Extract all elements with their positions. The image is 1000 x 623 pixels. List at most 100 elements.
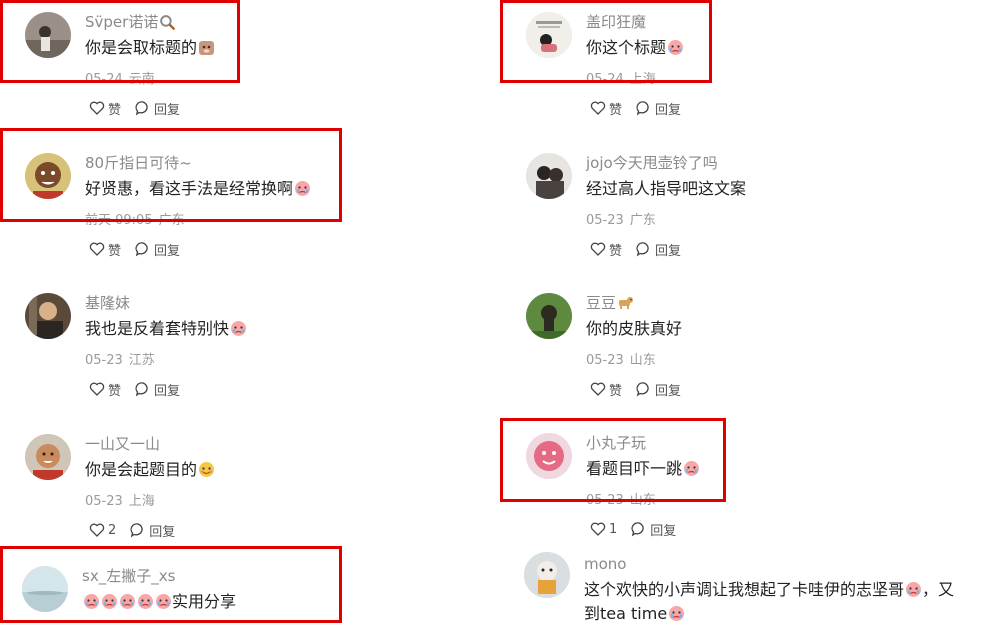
- crying-face-emoji-icon: [83, 593, 100, 610]
- comment-actions: 赞 回复: [590, 379, 695, 399]
- like-button[interactable]: 2: [89, 522, 116, 538]
- avatar[interactable]: [22, 566, 68, 612]
- bear-emoji-icon: [198, 39, 215, 56]
- crying-face-emoji-icon: [119, 593, 136, 610]
- crying-face-emoji-icon: [683, 460, 700, 477]
- comment-meta: 05-23 山东: [586, 493, 656, 508]
- comment-actions: 赞 回复: [89, 98, 194, 118]
- comment-text: 你这个标题: [586, 37, 684, 59]
- speech-bubble-icon: [135, 382, 148, 397]
- heart-outline-icon: [590, 242, 606, 256]
- comment-item: 盖印狂魔 你这个标题 05-24 上海 赞 回复: [526, 12, 966, 122]
- comment-text: 你的皮肤真好: [586, 319, 683, 338]
- comment-meta: 05-23 上海: [85, 494, 155, 509]
- reply-button[interactable]: 回复: [636, 240, 681, 259]
- comment-text: 我也是反着套特别快: [85, 318, 247, 340]
- speech-bubble-icon: [135, 242, 148, 257]
- comment-author[interactable]: jojo今天甩壶铃了吗: [586, 153, 718, 173]
- heart-outline-icon: [89, 242, 105, 256]
- comment-meta: 05-23 山东: [586, 353, 656, 368]
- crying-face-emoji-icon: [137, 593, 154, 610]
- reply-button[interactable]: 回复: [631, 520, 676, 539]
- comment-text: 好贤惠，看这手法是经常换啊: [85, 178, 311, 200]
- magnifier-icon: [159, 14, 176, 31]
- avatar[interactable]: [25, 293, 71, 339]
- comment-actions: 2 回复: [89, 520, 189, 540]
- comment-actions: 赞 回复: [89, 239, 194, 259]
- comment-author[interactable]: 小丸子玩: [586, 433, 646, 453]
- comment-author[interactable]: mono: [584, 554, 626, 574]
- comment-meta: 05-24 云南: [85, 72, 155, 87]
- reply-button[interactable]: 回复: [636, 380, 681, 399]
- speech-bubble-icon: [636, 382, 649, 397]
- comment-meta: 前天 09:05 广东: [85, 213, 185, 228]
- like-button[interactable]: 赞: [590, 99, 622, 118]
- reply-button[interactable]: 回复: [135, 99, 180, 118]
- comment-item: sx_左撇子_xs 实用分享: [22, 566, 422, 623]
- like-button[interactable]: 赞: [590, 380, 622, 399]
- like-button[interactable]: 赞: [89, 380, 121, 399]
- comment-item: 基隆妹 我也是反着套特别快 05-23 江苏 赞 回复: [25, 293, 425, 403]
- comment-author[interactable]: 豆豆: [586, 293, 634, 313]
- comment-item: 小丸子玩 看题目吓一跳 05-23 山东 1 回复: [526, 433, 966, 543]
- smiling-face-emoji-icon: [198, 461, 215, 478]
- comment-actions: 1 回复: [590, 519, 690, 539]
- speech-bubble-icon: [631, 522, 644, 537]
- comment-item: 豆豆 你的皮肤真好 05-23 山东 赞 回复: [526, 293, 966, 403]
- avatar[interactable]: [526, 153, 572, 199]
- speech-bubble-icon: [135, 101, 148, 116]
- comment-item: Sv̈per诺诺 你是会取标题的 05-24 云南 赞 回复: [25, 12, 425, 122]
- like-button[interactable]: 赞: [89, 99, 121, 118]
- avatar[interactable]: [526, 12, 572, 58]
- avatar[interactable]: [25, 153, 71, 199]
- comment-actions: 赞 回复: [590, 239, 695, 259]
- heart-outline-icon: [89, 382, 105, 396]
- comment-item: mono 这个欢快的小声调让我想起了卡哇伊的志坚哥 ，又 到tea time: [524, 552, 984, 623]
- crying-face-emoji-icon: [905, 581, 922, 598]
- crying-face-emoji-icon: [668, 605, 685, 622]
- comment-author[interactable]: Sv̈per诺诺: [85, 12, 176, 32]
- reply-button[interactable]: 回复: [135, 240, 180, 259]
- avatar[interactable]: [25, 12, 71, 58]
- comment-author[interactable]: 80斤指日可待~: [85, 153, 192, 173]
- comment-actions: 赞 回复: [590, 98, 695, 118]
- speech-bubble-icon: [130, 523, 143, 538]
- comment-meta: 05-23 江苏: [85, 353, 155, 368]
- reply-button[interactable]: 回复: [130, 521, 175, 540]
- heart-outline-icon: [89, 101, 105, 115]
- speech-bubble-icon: [636, 242, 649, 257]
- crying-face-emoji-icon: [155, 593, 172, 610]
- heart-outline-icon: [590, 101, 606, 115]
- comment-meta: 05-23 广东: [586, 213, 656, 228]
- avatar[interactable]: [25, 434, 71, 480]
- comment-text: 看题目吓一跳: [586, 458, 700, 480]
- like-button[interactable]: 1: [590, 521, 617, 537]
- crying-face-emoji-icon: [101, 593, 118, 610]
- heart-outline-icon: [89, 523, 105, 537]
- reply-button[interactable]: 回复: [135, 380, 180, 399]
- comment-item: jojo今天甩壶铃了吗 经过高人指导吧这文案 05-23 广东 赞 回复: [526, 153, 966, 263]
- comment-text: 你是会起题目的: [85, 459, 215, 481]
- heart-outline-icon: [590, 382, 606, 396]
- like-button[interactable]: 赞: [590, 240, 622, 259]
- avatar[interactable]: [526, 433, 572, 479]
- avatar[interactable]: [524, 552, 570, 598]
- comment-text: 经过高人指导吧这文案: [586, 179, 747, 198]
- crying-face-emoji-icon: [230, 320, 247, 337]
- comment-item: 80斤指日可待~ 好贤惠，看这手法是经常换啊 前天 09:05 广东 赞 回复: [25, 153, 425, 263]
- avatar[interactable]: [526, 293, 572, 339]
- speech-bubble-icon: [636, 101, 649, 116]
- crying-face-emoji-icon: [294, 180, 311, 197]
- heart-outline-icon: [590, 522, 606, 536]
- comment-text: 实用分享: [82, 591, 236, 613]
- comment-author[interactable]: 盖印狂魔: [586, 12, 646, 32]
- reply-button[interactable]: 回复: [636, 99, 681, 118]
- crying-face-emoji-icon: [667, 39, 684, 56]
- comment-author[interactable]: 一山又一山: [85, 434, 160, 454]
- comment-author[interactable]: 基隆妹: [85, 293, 130, 313]
- dog-emoji-icon: [617, 294, 634, 311]
- comment-author[interactable]: sx_左撇子_xs: [82, 566, 175, 586]
- comment-actions: 赞 回复: [89, 379, 194, 399]
- like-button[interactable]: 赞: [89, 240, 121, 259]
- comment-meta: 05-24 上海: [586, 72, 656, 87]
